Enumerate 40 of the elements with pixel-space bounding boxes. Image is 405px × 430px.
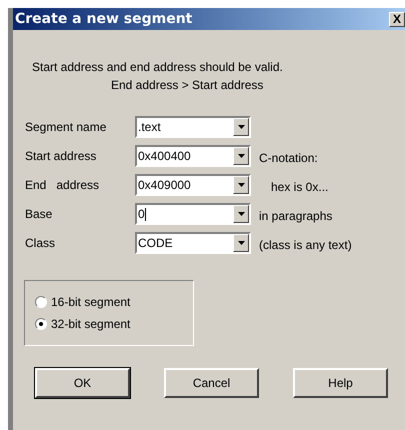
- field-hint: (class is any text): [259, 237, 352, 254]
- dialog-button[interactable]: Help: [293, 368, 388, 398]
- field-label: End address: [25, 177, 100, 194]
- dropdown-button[interactable]: [233, 118, 249, 136]
- field-hint: in paragraphs: [259, 208, 332, 225]
- instruction-text: End address > Start address: [111, 77, 264, 94]
- field-label: Class: [25, 235, 56, 252]
- window-title: Create a new segment: [15, 10, 192, 28]
- combo-value[interactable]: 0: [138, 205, 145, 223]
- field-label: Start address: [25, 148, 98, 165]
- combo-value[interactable]: CODE: [138, 234, 173, 252]
- radio-button[interactable]: [35, 318, 47, 330]
- combo-value[interactable]: 0x409000: [138, 176, 191, 194]
- field-hint: C-notation:: [259, 150, 318, 167]
- combo-box[interactable]: 0x400400: [135, 145, 251, 167]
- radio-label[interactable]: 32-bit segment: [51, 315, 130, 333]
- combo-value[interactable]: .text: [138, 118, 161, 136]
- combo-value[interactable]: 0x400400: [138, 147, 191, 165]
- dropdown-arrow-icon: [238, 125, 244, 129]
- dropdown-arrow-icon: [238, 212, 244, 216]
- radio-button[interactable]: [35, 296, 47, 308]
- dropdown-arrow-icon: [238, 241, 244, 245]
- dropdown-button[interactable]: [233, 176, 249, 194]
- radio-label[interactable]: 16-bit segment: [51, 293, 130, 311]
- field-label: Segment name: [25, 119, 108, 136]
- close-button[interactable]: X: [389, 12, 405, 26]
- dropdown-arrow-icon: [238, 183, 244, 187]
- dropdown-button[interactable]: [233, 205, 249, 223]
- dropdown-arrow-icon: [238, 154, 244, 158]
- combo-box[interactable]: 0: [135, 203, 251, 225]
- combo-box[interactable]: CODE: [135, 232, 251, 254]
- field-hint: hex is 0x...: [271, 179, 328, 196]
- dropdown-button[interactable]: [233, 147, 249, 165]
- dropdown-button[interactable]: [233, 234, 249, 252]
- dialog-button[interactable]: OK: [35, 368, 130, 398]
- dialog-button[interactable]: Cancel: [164, 368, 259, 398]
- instruction-text: Start address and end address should be valid.: [32, 59, 283, 76]
- combo-box[interactable]: .text: [135, 116, 251, 138]
- combo-box[interactable]: 0x409000: [135, 174, 251, 196]
- field-label: Base: [25, 206, 54, 223]
